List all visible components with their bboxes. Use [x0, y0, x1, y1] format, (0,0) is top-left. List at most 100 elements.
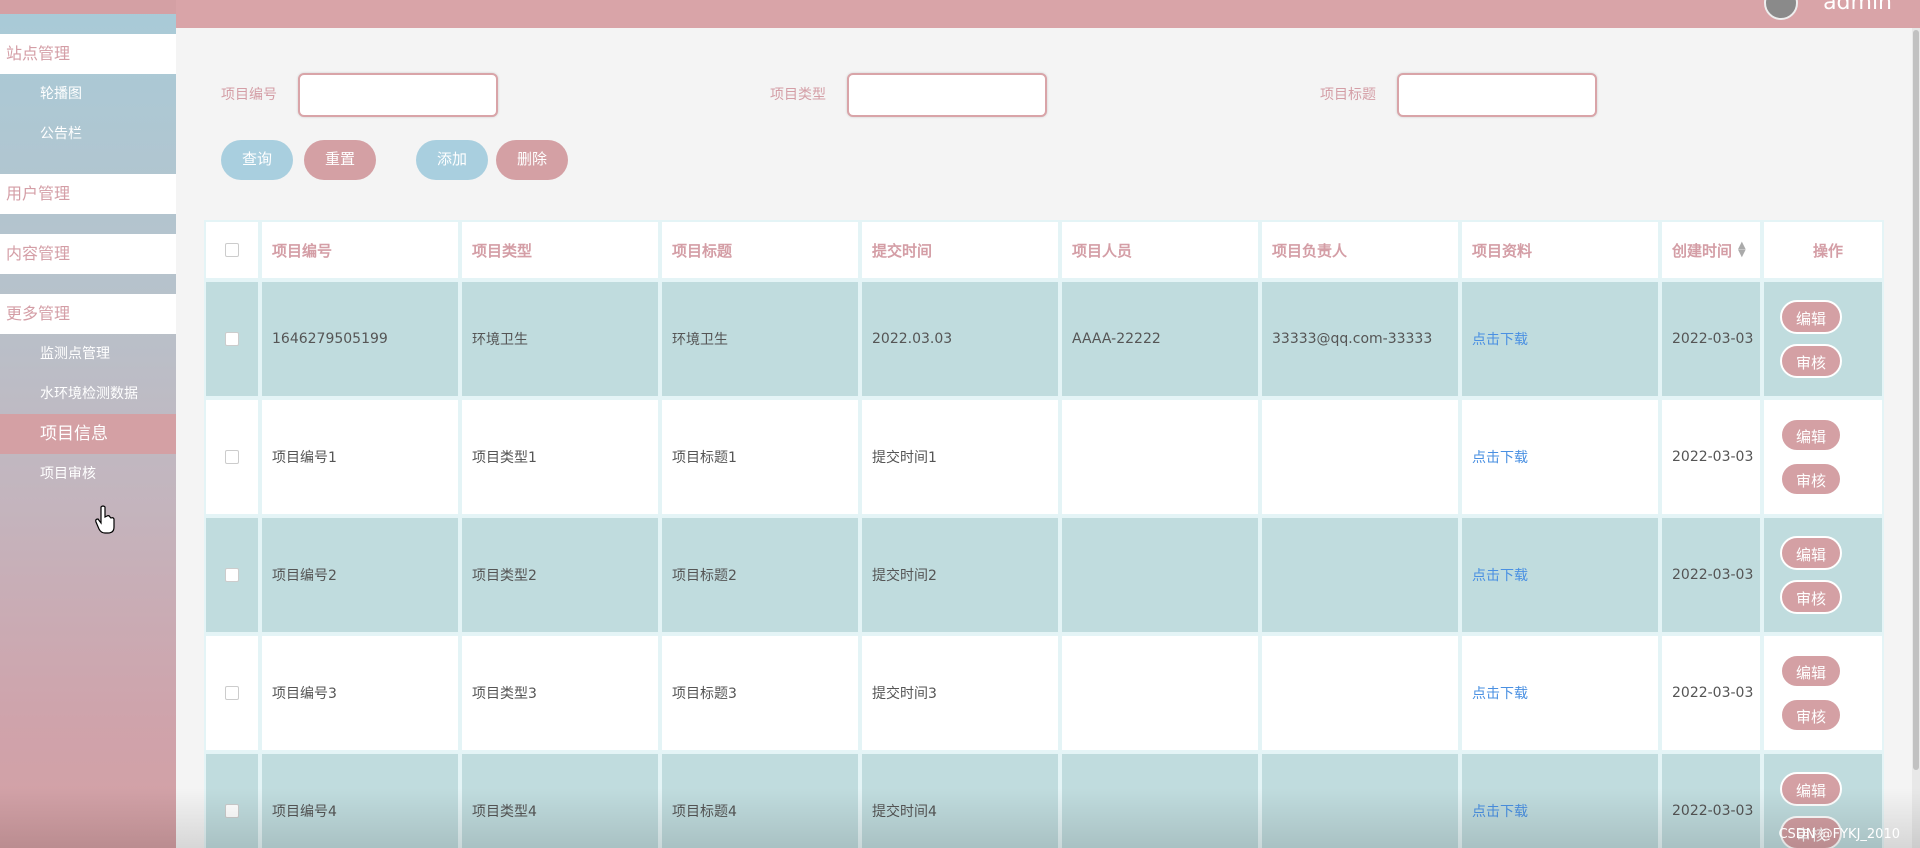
hand-cursor-icon [95, 505, 115, 534]
row-checkbox[interactable] [225, 332, 239, 346]
download-link[interactable]: 点击下载 [1472, 329, 1528, 349]
cell-doc: 点击下载 [1460, 280, 1660, 398]
search-input-code[interactable] [298, 73, 498, 117]
delete-button[interactable]: 删除 [496, 140, 568, 180]
edit-button[interactable]: 编辑 [1780, 654, 1842, 688]
cell-type: 环境卫生 [460, 280, 660, 398]
cell-person [1060, 398, 1260, 516]
select-all-checkbox[interactable] [225, 243, 239, 257]
search-input-title[interactable] [1397, 73, 1597, 117]
cell-code: 项目编号1 [260, 398, 460, 516]
avatar[interactable] [1764, 0, 1798, 20]
cell-person: AAAA-22222 [1060, 280, 1260, 398]
header-created-label: 创建时间 [1672, 241, 1733, 260]
sidebar-home[interactable]: 首页 [0, 0, 176, 14]
header-code: 项目编号 [260, 220, 460, 280]
cell-submit-time: 2022.03.03 [860, 280, 1060, 398]
download-link[interactable]: 点击下载 [1472, 447, 1528, 467]
edit-button[interactable]: 编辑 [1780, 418, 1842, 452]
cell-title: 项目标题2 [660, 516, 860, 634]
search-input-type[interactable] [847, 73, 1047, 117]
sidebar-group-content[interactable]: 内容管理 [0, 234, 176, 274]
sidebar-item-monitor-points[interactable]: 监测点管理 [0, 334, 176, 374]
cell-doc: 点击下载 [1460, 752, 1660, 848]
row-checkbox[interactable] [225, 686, 239, 700]
sidebar: 首页 站点管理 轮播图 公告栏 用户管理 内容管理 更多管理 监测点管理 水环境… [0, 0, 176, 848]
cell-person [1060, 516, 1260, 634]
sidebar-item-project-info[interactable]: 项目信息 [0, 414, 176, 454]
search-label-code: 项目编号 [221, 87, 277, 103]
cell-submit-time: 提交时间3 [860, 634, 1060, 752]
review-button[interactable]: 审核 [1780, 698, 1842, 732]
header-created[interactable]: 创建时间 ▲ ▼ [1660, 220, 1762, 280]
sidebar-item-water-data[interactable]: 水环境检测数据 [0, 374, 176, 414]
cell-person [1060, 634, 1260, 752]
table-row: 项目编号1 项目类型1 项目标题1 提交时间1 点击下载 2022-03-03 … [204, 398, 1884, 516]
sidebar-group-more[interactable]: 更多管理 [0, 294, 176, 334]
header-actions: 操作 [1762, 220, 1884, 280]
row-checkbox[interactable] [225, 568, 239, 582]
sidebar-group-user[interactable]: 用户管理 [0, 174, 176, 214]
table-header-row: 项目编号 项目类型 项目标题 提交时间 项目人员 项目负责人 项目资料 创建时间… [204, 220, 1884, 280]
cell-type: 项目类型4 [460, 752, 660, 848]
cell-code: 项目编号2 [260, 516, 460, 634]
sidebar-item-carousel[interactable]: 轮播图 [0, 74, 176, 114]
edit-button[interactable]: 编辑 [1780, 772, 1842, 806]
cell-submit-time: 提交时间2 [860, 516, 1060, 634]
download-link[interactable]: 点击下载 [1472, 565, 1528, 585]
table-row: 项目编号3 项目类型3 项目标题3 提交时间3 点击下载 2022-03-03 … [204, 634, 1884, 752]
header-leader: 项目负责人 [1260, 220, 1460, 280]
reset-button[interactable]: 重置 [304, 140, 376, 180]
header-select-all[interactable] [204, 220, 260, 280]
cell-title: 环境卫生 [660, 280, 860, 398]
cell-person [1060, 752, 1260, 848]
table-row: 项目编号2 项目类型2 项目标题2 提交时间2 点击下载 2022-03-03 … [204, 516, 1884, 634]
cell-leader [1260, 634, 1460, 752]
download-link[interactable]: 点击下载 [1472, 801, 1528, 821]
search-label-type: 项目类型 [770, 87, 826, 103]
username[interactable]: admin [1823, 0, 1892, 15]
cell-code: 1646279505199 [260, 280, 460, 398]
review-button[interactable]: 审核 [1780, 580, 1842, 614]
cell-type: 项目类型1 [460, 398, 660, 516]
row-checkbox[interactable] [225, 450, 239, 464]
sidebar-item-project-review[interactable]: 项目审核 [0, 454, 176, 494]
cell-actions: 编辑 审核 [1762, 634, 1884, 752]
download-link[interactable]: 点击下载 [1472, 683, 1528, 703]
cell-submit-time: 提交时间1 [860, 398, 1060, 516]
header-title: 项目标题 [660, 220, 860, 280]
header-type: 项目类型 [460, 220, 660, 280]
query-button[interactable]: 查询 [221, 140, 293, 180]
cell-created: 2022-03-03 [1660, 634, 1762, 752]
row-select-cell [204, 634, 260, 752]
edit-button[interactable]: 编辑 [1780, 536, 1842, 570]
cell-created: 2022-03-03 [1660, 516, 1762, 634]
row-select-cell [204, 752, 260, 848]
review-button[interactable]: 审核 [1780, 344, 1842, 378]
row-checkbox[interactable] [225, 804, 239, 818]
add-button[interactable]: 添加 [416, 140, 488, 180]
cell-leader [1260, 398, 1460, 516]
scrollbar-thumb[interactable] [1913, 30, 1919, 770]
header-person: 项目人员 [1060, 220, 1260, 280]
search-label-title: 项目标题 [1320, 87, 1376, 103]
table-row: 项目编号4 项目类型4 项目标题4 提交时间4 点击下载 2022-03-03 … [204, 752, 1884, 848]
review-button[interactable]: 审核 [1780, 462, 1842, 496]
cell-doc: 点击下载 [1460, 634, 1660, 752]
cell-doc: 点击下载 [1460, 398, 1660, 516]
cell-title: 项目标题4 [660, 752, 860, 848]
sort-icon[interactable]: ▲ ▼ [1738, 241, 1746, 259]
cell-created: 2022-03-03 [1660, 280, 1762, 398]
sidebar-group-site[interactable]: 站点管理 [0, 34, 176, 74]
cell-submit-time: 提交时间4 [860, 752, 1060, 848]
cell-actions: 编辑 审核 [1762, 280, 1884, 398]
header-doc: 项目资料 [1460, 220, 1660, 280]
cell-title: 项目标题3 [660, 634, 860, 752]
edit-button[interactable]: 编辑 [1780, 300, 1842, 334]
cell-code: 项目编号4 [260, 752, 460, 848]
cell-type: 项目类型3 [460, 634, 660, 752]
row-select-cell [204, 398, 260, 516]
sidebar-item-notice[interactable]: 公告栏 [0, 114, 176, 154]
cell-type: 项目类型2 [460, 516, 660, 634]
top-bar: admin [176, 0, 1920, 28]
